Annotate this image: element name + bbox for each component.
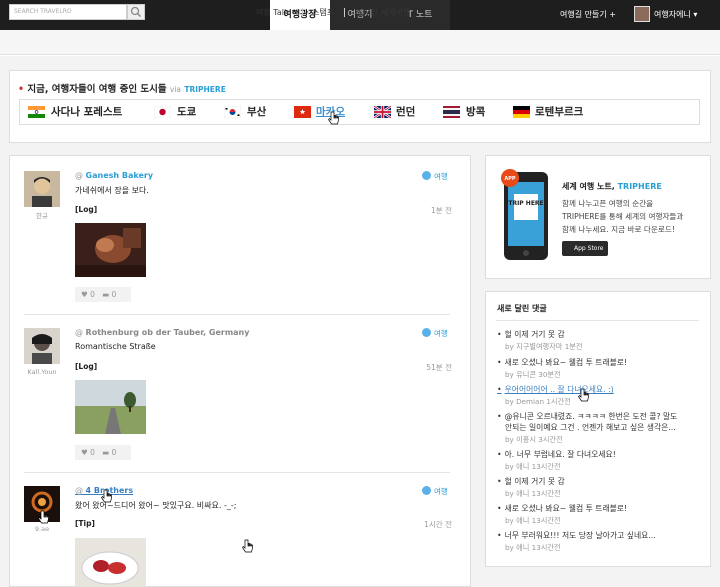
post-tag: [Log] [75, 205, 98, 214]
user-avatar[interactable] [634, 6, 650, 22]
macau-flag-icon [294, 106, 311, 118]
post-divider [24, 472, 450, 473]
post-body: 가네쉬에서 장을 보다. [75, 186, 149, 195]
post-title[interactable]: @ Rothenburg ob der Tauber, Germany [75, 328, 249, 337]
avatar[interactable] [24, 171, 60, 207]
app-promo-desc: 함께 나누세요. 지금 바로 다운로드! [562, 225, 675, 234]
post-time: 1시간 전 [424, 520, 452, 529]
post-stats: ♥ 0 ▬ 0 [75, 445, 131, 460]
comment-text-continued[interactable]: 안되는 일이예요 그건 . 언젠가 해보고 싶은 생각은... [505, 422, 676, 433]
comment-meta: by 지구별여행자마 1분전 [505, 342, 583, 351]
avatar[interactable] [24, 328, 60, 364]
hand-cursor-icon [578, 388, 589, 402]
comment-icon[interactable]: ▬ [102, 448, 109, 457]
author-name: 한규 [36, 212, 48, 220]
search-input[interactable]: SEARCH TRAVELRO [9, 4, 127, 20]
nav-divider [344, 8, 345, 17]
recent-comments-heading: 새로 달린 댓글 [497, 304, 547, 313]
app-promo-title: 세계 여행 노트, TRIPHERE [562, 182, 662, 191]
post-body: Romantische Straße [75, 342, 156, 351]
sub-nav-bar [0, 30, 720, 55]
hand-cursor-icon [38, 510, 49, 524]
post-type-badge: 여행 [422, 486, 448, 497]
post-type-badge: 여행 [422, 171, 448, 182]
germany-flag-icon [513, 106, 530, 118]
city-bangkok[interactable]: 방콕 [466, 104, 485, 120]
comment-text[interactable]: • @유니콘 오르내렸죠. ㅋㅋㅋㅋ 한번은 도전 콜? 말도 [497, 411, 677, 422]
author-name: 9.ae [34, 525, 50, 533]
hand-cursor-icon [101, 489, 112, 503]
post-stats: ♥ 0 ▬ 0 [75, 287, 131, 302]
comment-meta: by 이홍시 3시간전 [505, 435, 563, 444]
comment-meta: by 유니콘 30분전 [505, 370, 561, 379]
user-menu[interactable]: 여행자에니 ▾ [654, 0, 697, 30]
japan-flag-icon [154, 106, 171, 118]
hand-cursor-icon [242, 539, 253, 553]
post-photo[interactable] [75, 538, 146, 587]
nav-realtime-world-travel[interactable]: 실시간 세계여행 [356, 0, 410, 25]
heart-icon[interactable]: ♥ [81, 290, 88, 299]
post-photo[interactable] [75, 223, 146, 277]
india-flag-icon [28, 106, 45, 118]
city-tokyo[interactable]: 도쿄 [177, 104, 196, 120]
city-rothenburg[interactable]: 로텐부르크 [535, 104, 583, 120]
trending-cities-heading: • 지금, 여행자들이 여행 중인 도시들 via TRIPHERE [18, 84, 226, 95]
post-photo[interactable] [75, 380, 146, 434]
comment-text[interactable]: • 새로 오셨나 봐요~ 웰컴 투 트래블로! [497, 357, 627, 368]
hand-cursor-icon [328, 111, 339, 125]
comment-text[interactable]: • 우어어어어어 .. 잘 다녀오세요. :) [497, 384, 614, 395]
comment-text[interactable]: • 아. 너무 부럽네요. 잘 다녀오세요! [497, 449, 616, 460]
comment-meta: by 애니 13시간전 [505, 543, 561, 552]
heart-icon[interactable]: ♥ [81, 448, 88, 457]
comment-icon[interactable]: ▬ [102, 290, 109, 299]
city-busan[interactable]: 부산 [247, 104, 266, 120]
city-sadhana-forest[interactable]: 사다나 포레스트 [51, 104, 122, 120]
post-divider [24, 314, 450, 315]
divider [496, 320, 699, 321]
post-body: 왔어 왔어~드디어 왔어~ 맛있구요. 비싸요. -_-; [75, 501, 237, 510]
uk-flag-icon [374, 106, 391, 118]
comment-meta: by 애니 13시간전 [505, 516, 561, 525]
triphere-link[interactable]: TRIPHERE [184, 85, 225, 94]
post-tag: [Tip] [75, 519, 95, 528]
post-time: 51분 전 [426, 363, 452, 372]
post-time: 1분 전 [431, 206, 452, 215]
make-trip-button[interactable]: 여행길 만들기 + [560, 0, 616, 30]
post-type-badge: 여행 [422, 328, 448, 339]
phone-illustration[interactable]: TRIP HERE APP [498, 166, 556, 264]
phone-label: TRIP HERE [508, 200, 543, 207]
search-button[interactable] [127, 4, 145, 20]
search-icon [130, 6, 142, 18]
comment-text[interactable]: • 새로 오셨나 봐요~ 웰컴 투 트래블로! [497, 503, 627, 514]
comment-meta: by 애니 13시간전 [505, 489, 561, 498]
author-name: Kall.Youn [27, 368, 57, 376]
app-promo-desc: TRIPHERE를 통해 세계의 여행자들과 [562, 212, 684, 221]
nav-divider [302, 8, 303, 17]
comment-text[interactable]: • 헐 이제 거기 못 감 [497, 329, 565, 340]
app-promo-desc: 함께 나누고픈 여행의 순간을 [562, 199, 654, 208]
city-london[interactable]: 런던 [396, 104, 415, 120]
post-title[interactable]: @ Ganesh Bakery [75, 171, 153, 180]
app-store-button[interactable]: App Store [562, 241, 608, 256]
comment-text[interactable]: • 너무 부러워요!!! 저도 당장 날아가고 싶네요... [497, 530, 656, 541]
post-tag: [Log] [75, 362, 98, 371]
comment-meta: by Demian 1시간전 [505, 397, 571, 406]
korea-flag-icon [224, 106, 241, 118]
comment-text[interactable]: • 헐 이제 거기 못 감 [497, 476, 565, 487]
nav-travel-talk[interactable]: 여행 Talk [256, 0, 289, 25]
comment-meta: by 애니 13시간전 [505, 462, 561, 471]
app-badge: APP [504, 176, 516, 182]
nav-stamp[interactable]: 스탬프 [312, 0, 334, 25]
thailand-flag-icon [443, 106, 460, 118]
